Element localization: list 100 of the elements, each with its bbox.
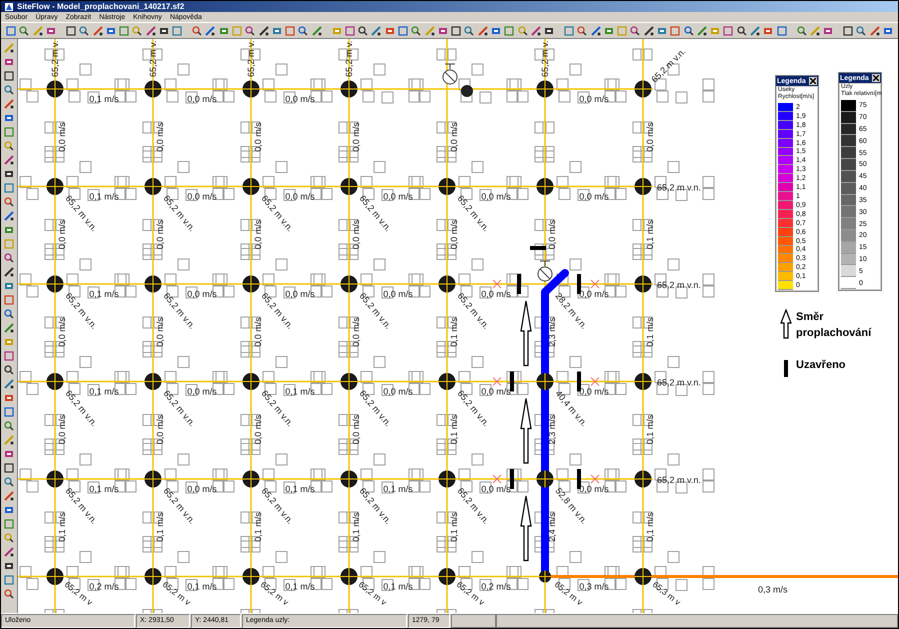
toolbar-button[interactable] <box>795 24 808 37</box>
tool-icon <box>371 26 382 36</box>
toolbar-button[interactable] <box>423 24 436 37</box>
toolbar-button[interactable] <box>2 139 16 152</box>
cross-mark-icon <box>590 474 600 484</box>
elevation-label: 65,2 m v.n. <box>649 46 688 84</box>
toolbar-button[interactable] <box>2 69 16 82</box>
tool-icon <box>4 308 14 318</box>
toolbar-button[interactable] <box>2 531 16 544</box>
flow-label: 0,0 m/s <box>155 414 165 444</box>
elevation-label: 65,2 m v.n. <box>657 475 701 485</box>
toolbar-button[interactable] <box>64 24 78 37</box>
toolbar-button[interactable] <box>78 24 90 37</box>
tool-icon <box>424 26 435 36</box>
toolbar-button[interactable] <box>476 24 489 37</box>
toolbar-button[interactable] <box>736 24 748 37</box>
toolbar-button[interactable] <box>2 475 16 488</box>
tool-icon <box>4 434 14 444</box>
toolbar-button[interactable] <box>808 24 821 37</box>
tool-icon <box>245 26 256 36</box>
toolbar-button[interactable] <box>2 83 16 96</box>
flow-label: 0,0 m/s <box>481 386 511 396</box>
tool-icon <box>232 26 242 36</box>
tool-icon <box>6 26 16 36</box>
elevation-label: 65,2 m v.n. <box>657 182 701 192</box>
tool-icon <box>491 26 501 36</box>
tool-icon <box>92 26 102 36</box>
toolbar-button[interactable] <box>204 24 217 37</box>
app-icon <box>5 2 13 10</box>
flow-label: 0,0 m/s <box>481 192 511 202</box>
tool-icon <box>158 26 169 36</box>
toolbar-button[interactable] <box>590 24 602 37</box>
toolbar-button[interactable] <box>463 24 476 37</box>
toolbar-button[interactable] <box>144 24 157 37</box>
close-button[interactable] <box>809 77 817 85</box>
flow-label: 0,0 m/s <box>187 484 217 494</box>
toolbar-button[interactable] <box>696 24 708 37</box>
toolbar-button[interactable] <box>516 24 529 37</box>
toolbar-button[interactable] <box>257 24 270 37</box>
tool-icon <box>4 420 14 430</box>
toolbar-button[interactable] <box>2 41 16 54</box>
toolbar-button[interactable] <box>370 24 383 37</box>
toolbar-button[interactable] <box>530 24 542 37</box>
tool-icon <box>4 322 14 332</box>
tool-icon <box>312 26 322 36</box>
flow-label: 0,1 m/s <box>645 512 655 542</box>
toolbar-button[interactable] <box>2 461 16 474</box>
toolbar-button[interactable] <box>2 195 16 208</box>
toolbar-button[interactable] <box>629 24 642 37</box>
toolbar-button[interactable] <box>576 24 588 37</box>
flow-label: 0,0 m/s <box>285 94 315 104</box>
toolbar-button[interactable] <box>2 265 16 278</box>
flow-label: 0,2 m/s <box>481 582 511 592</box>
toolbar-button[interactable] <box>91 24 104 37</box>
flow-label: 2,3 m/s <box>547 317 557 347</box>
flow-label: 0,0 m/s <box>253 220 263 250</box>
flow-label: 0,0 m/s <box>579 192 609 202</box>
toolbar-button[interactable] <box>842 24 854 37</box>
flow-label: 0,0 m/s <box>547 220 557 250</box>
cross-mark-icon <box>492 280 502 288</box>
toolbar-button[interactable] <box>2 307 16 320</box>
tool-icon <box>4 252 14 262</box>
flow-label: 0,0 m/s <box>285 192 315 202</box>
toolbar-button[interactable] <box>191 24 204 37</box>
toolbar-button[interactable] <box>2 321 16 334</box>
toolbar-button[interactable] <box>748 24 762 37</box>
toolbar-button[interactable] <box>855 24 868 37</box>
toolbar-button[interactable] <box>682 24 695 37</box>
toolbar-button[interactable] <box>18 24 31 37</box>
toolbar-button[interactable] <box>410 24 422 37</box>
tool-icon <box>4 546 14 556</box>
toolbar-button[interactable] <box>2 363 16 376</box>
toolbar-button[interactable] <box>2 587 16 600</box>
toolbar-button[interactable] <box>2 97 16 110</box>
toolbar-button[interactable] <box>310 24 323 37</box>
close-button[interactable] <box>872 74 880 82</box>
toolbar-button[interactable] <box>450 24 462 37</box>
window-title: SiteFlow - Model_proplachovani_140217.sf2 <box>17 2 184 10</box>
toolbar-button[interactable] <box>2 377 16 390</box>
toolbar-button[interactable] <box>2 489 16 502</box>
toolbar-button[interactable] <box>2 209 16 222</box>
flow-label: 2,4 m/s <box>547 512 557 542</box>
tool-icon <box>856 26 866 36</box>
toolbar-button[interactable] <box>32 24 44 37</box>
toolbar-button[interactable] <box>2 545 16 558</box>
toolbar-button[interactable] <box>2 433 16 446</box>
toolbar-button[interactable] <box>131 24 144 37</box>
tool-icon <box>736 26 747 36</box>
toolbar-button[interactable] <box>297 24 310 37</box>
toolbar-button[interactable] <box>244 24 256 37</box>
toolbar-button[interactable] <box>2 251 16 264</box>
toolbar-button[interactable] <box>357 24 370 37</box>
tool-icon <box>750 26 760 36</box>
flow-label: 0,1 m/s <box>645 220 655 250</box>
toolbar-button[interactable] <box>642 24 655 37</box>
flow-label: 0,0 m/s <box>155 317 165 347</box>
toolbar-button[interactable] <box>2 419 16 432</box>
flow-label: 0,1 m/s <box>89 289 119 299</box>
toolbar-button[interactable] <box>868 24 881 37</box>
toolbar-button[interactable] <box>2 153 16 166</box>
